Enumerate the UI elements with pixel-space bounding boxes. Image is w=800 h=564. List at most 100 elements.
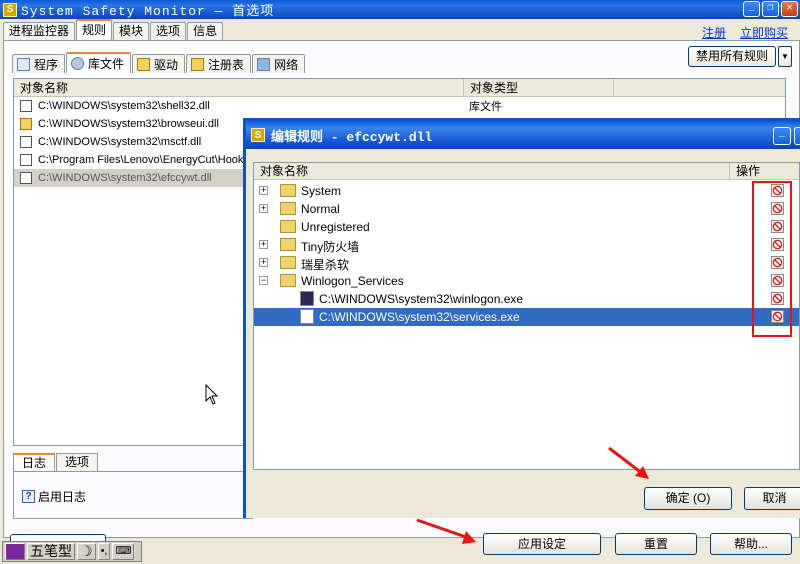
folder-icon: [280, 274, 296, 287]
tab-log[interactable]: 日志: [13, 453, 56, 471]
apply-settings-button[interactable]: 应用设定: [483, 533, 601, 555]
tab-label: 库文件: [88, 57, 125, 71]
tree-row-normal[interactable]: + Normal: [254, 200, 799, 218]
minimize-button[interactable]: _: [743, 1, 760, 17]
tab-registry[interactable]: 注册表: [186, 54, 252, 73]
tab-log-options[interactable]: 选项: [56, 453, 99, 471]
annotation-arrow-icon: [608, 446, 649, 479]
program-icon: [17, 57, 30, 71]
row-label: Winlogon_Services: [301, 274, 404, 288]
tree-header: 对象名称 操作: [254, 163, 799, 180]
expand-icon[interactable]: +: [259, 240, 268, 249]
dialog-title: 编辑规则 - efccywt.dll: [271, 129, 433, 145]
punctuation-icon[interactable]: •,: [97, 543, 111, 560]
dll-icon: [20, 154, 32, 166]
item-name: C:\WINDOWS\system32\efccywt.dll: [38, 172, 212, 184]
folder-icon: [280, 202, 296, 215]
buy-now-link[interactable]: 立即购买: [740, 24, 788, 41]
reset-button[interactable]: 重置: [615, 533, 697, 555]
edit-rule-dialog: S 编辑规则 - efccywt.dll _ 对象名称 操作 + System …: [243, 118, 800, 518]
item-name: C:\WINDOWS\system32\msctf.dll: [38, 136, 202, 148]
item-type: 库文件: [469, 101, 502, 113]
tab-label: 驱动: [154, 57, 179, 72]
expand-icon[interactable]: +: [259, 258, 268, 267]
item-name: C:\WINDOWS\system32\browseui.dll: [38, 118, 219, 130]
ime-toolbar[interactable]: 五笔型 ☽ •, ⌨: [2, 541, 142, 562]
folder-icon: [280, 184, 296, 197]
tree-row-winlogon-services[interactable]: − Winlogon_Services: [254, 272, 799, 290]
top-tab-strip: 进程监控器 规则 模块 选项 信息: [3, 19, 224, 40]
row-label: System: [301, 184, 342, 198]
library-icon: [71, 57, 85, 70]
tab-modules[interactable]: 模块: [113, 22, 150, 40]
column-object-name[interactable]: 对象名称: [254, 163, 308, 180]
dialog-app-icon: S: [251, 128, 265, 142]
collapse-icon[interactable]: −: [259, 276, 268, 285]
annotation-highlight-box: [752, 181, 792, 337]
disable-all-rules-button[interactable]: 禁用所有规则: [688, 46, 776, 67]
tab-options[interactable]: 选项: [150, 22, 187, 40]
row-label: Normal: [301, 202, 340, 216]
item-name: C:\Program Files\Lenovo\EnergyCut\Hook: [38, 154, 244, 166]
log-tab-strip: 日志 选项: [13, 453, 99, 471]
row-label: Tiny防火墙: [301, 240, 360, 254]
tab-programs[interactable]: 程序: [12, 54, 66, 73]
row-label: C:\WINDOWS\system32\winlogon.exe: [319, 292, 524, 306]
rule-type-tabs: 程序 库文件 驱动 注册表 网络: [12, 52, 306, 73]
row-label: Unregistered: [301, 220, 370, 234]
column-object-name[interactable]: 对象名称: [14, 79, 464, 96]
dialog-title-bar[interactable]: S 编辑规则 - efccywt.dll _: [246, 121, 800, 149]
tab-drivers[interactable]: 驱动: [132, 54, 186, 73]
mouse-cursor-icon: [205, 384, 219, 405]
ime-logo-icon[interactable]: [5, 543, 25, 560]
row-label: 瑞星杀软: [301, 258, 350, 272]
dialog-restore-button[interactable]: [794, 127, 800, 145]
tree-row-unregistered[interactable]: Unregistered: [254, 218, 799, 236]
tree-row-rising-antivirus[interactable]: + 瑞星杀软: [254, 254, 799, 272]
ok-button[interactable]: 确定 (O): [644, 487, 732, 510]
half-width-moon-icon[interactable]: ☽: [77, 543, 96, 560]
enable-log-label: 启用日志: [38, 490, 87, 504]
exe-icon: [300, 309, 314, 324]
tab-network[interactable]: 网络: [252, 54, 306, 73]
expand-icon[interactable]: +: [259, 186, 268, 195]
list-header: 对象名称 对象类型: [14, 79, 785, 97]
dialog-minimize-button[interactable]: _: [773, 127, 791, 145]
folder-icon: [280, 220, 296, 233]
dll-icon: [20, 136, 32, 148]
close-button[interactable]: ✕: [781, 1, 798, 17]
restore-button[interactable]: ❐: [762, 1, 779, 17]
tab-libraries[interactable]: 库文件: [66, 52, 132, 73]
register-link[interactable]: 注册: [702, 24, 726, 41]
ime-mode-label[interactable]: 五笔型: [27, 543, 75, 560]
enable-log-checkbox[interactable]: ? 启用日志: [22, 488, 86, 505]
tab-rules[interactable]: 规则: [76, 19, 113, 40]
expand-icon[interactable]: +: [259, 204, 268, 213]
folder-icon: [280, 256, 296, 269]
tab-info[interactable]: 信息: [187, 22, 224, 40]
tree-row-tiny-firewall[interactable]: + Tiny防火墙: [254, 236, 799, 254]
dll-icon: [20, 172, 32, 184]
main-title-bar[interactable]: S System Safety Monitor — 首选项 _ ❐ ✕: [0, 0, 800, 19]
tree-row-services-exe[interactable]: C:\WINDOWS\system32\services.exe: [254, 308, 799, 326]
rule-tree[interactable]: 对象名称 操作 + System + Normal Unregistered +…: [253, 162, 800, 470]
soft-keyboard-icon[interactable]: ⌨: [112, 543, 135, 560]
dll-icon: [20, 118, 32, 130]
tab-label: 注册表: [208, 57, 245, 72]
disable-dropdown-arrow[interactable]: ▼: [778, 46, 792, 67]
network-icon: [257, 57, 271, 71]
tree-row-winlogon-exe[interactable]: C:\WINDOWS\system32\winlogon.exe: [254, 290, 799, 308]
row-label: C:\WINDOWS\system32\services.exe: [319, 310, 520, 324]
registry-icon: [191, 57, 205, 71]
annotation-arrow-icon: [416, 518, 476, 544]
column-object-type[interactable]: 对象类型: [464, 79, 614, 96]
exe-icon: [300, 291, 314, 306]
tab-label: 网络: [274, 57, 299, 72]
cancel-button[interactable]: 取消: [744, 487, 800, 510]
tree-row-system[interactable]: + System: [254, 182, 799, 200]
list-item[interactable]: C:\WINDOWS\system32\shell32.dll 库文件: [14, 97, 785, 115]
tab-process-monitor[interactable]: 进程监控器: [3, 22, 76, 40]
help-button[interactable]: 帮助...: [710, 533, 792, 555]
driver-icon: [137, 57, 151, 71]
column-action[interactable]: 操作: [729, 163, 760, 180]
